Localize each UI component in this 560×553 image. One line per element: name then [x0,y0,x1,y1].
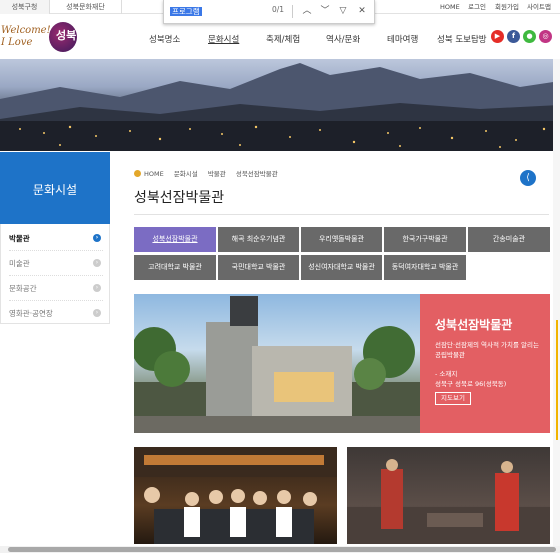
children-activity-image [134,447,337,544]
museum-tab-sungshin-univ[interactable]: 성신여자대학교 박물관 [301,255,382,280]
arrow-circle-icon: › [93,234,101,242]
address-label: - 소재지 [435,370,458,378]
horizontal-scrollbar[interactable] [0,546,560,553]
home-icon [134,170,141,177]
logo-line1: Welcome! [1,25,51,36]
museum-info-panel: 성북선잠박물관 선잠단·선잠제의 역사적 가치를 알리는 공립박물관 - 소재지… [420,294,550,433]
nav-item-attractions[interactable]: 성북명소 [149,33,180,45]
find-input[interactable]: 프로그램 [170,6,202,18]
find-query: 프로그램 [170,7,202,16]
close-icon[interactable]: ✕ [355,4,369,18]
instagram-icon[interactable]: ◎ [539,30,552,43]
museum-tab-furniture[interactable]: 한국가구박물관 [384,227,466,252]
site-logo[interactable]: Welcome! I Love 성북 [0,22,80,58]
museum-building-photo [134,294,421,433]
sidebar-header: 문화시설 [0,152,110,224]
horizontal-scroll-thumb[interactable] [8,547,556,552]
address-value: 성북구 성북로 96(성북동) [435,380,507,388]
sidebar-item-culture-space[interactable]: 문화공간 › [9,276,103,301]
util-signup-link[interactable]: 회원가입 [495,0,519,14]
logo-mark: 성북 [49,22,77,52]
sidebar-item-label: 영화관·공연장 [9,309,53,318]
sidebar-menu: 박물관 › 미술관 › 문화공간 › 영화관·공연장 › [0,224,110,324]
page-title: 성북선잠박물관 [134,190,225,206]
breadcrumb-home[interactable]: HOME [134,170,164,178]
nav-item-festivals[interactable]: 축제/체험 [266,33,300,45]
exhibit-hall-photo [347,447,550,544]
museum-tab-dongduk-univ[interactable]: 동덕여자대학교 박물관 [384,255,466,280]
tab-cultural-foundation[interactable]: 성북문화재단 [50,0,122,14]
title-divider [134,214,549,215]
breadcrumb-current: 성북선잠박물관 [235,170,278,178]
museum-tab-korea-univ[interactable]: 고려대학교 박물관 [134,255,216,280]
museum-tab-seonjam[interactable]: 성북선잠박물관 [134,227,216,252]
museum-tab-stone[interactable]: 우리옛돌박물관 [301,227,382,252]
sidebar-item-label: 박물관 [9,234,30,243]
scroll-marker [556,320,558,440]
nav-item-cultural-facilities[interactable]: 문화시설 [208,33,239,45]
hero-banner [0,59,560,151]
museum-tab-kansong[interactable]: 간송미술관 [468,227,550,252]
vertical-scrollbar[interactable] [553,59,560,546]
museum-tab-kookmin-univ[interactable]: 국민대학교 박물관 [218,255,299,280]
util-sitemap-link[interactable]: 사이트맵 [527,0,551,14]
arrow-circle-icon: › [93,309,101,317]
children-program-photo [134,447,337,544]
nav-item-history[interactable]: 역사/문화 [326,33,360,45]
breadcrumb-item[interactable]: 문화시설 [174,168,198,178]
tab-seongbuk-gu[interactable]: 성북구청 [0,0,50,14]
find-divider [292,5,293,18]
share-icon[interactable]: ⟨ [520,170,536,186]
util-login-link[interactable]: 로그인 [468,0,486,14]
sidebar-item-cinema-theater[interactable]: 영화관·공연장 › [9,301,103,326]
banner-landscape-image [0,63,560,151]
sidebar-item-label: 문화공간 [9,284,37,293]
youtube-icon[interactable]: ▶ [491,30,504,43]
line-icon[interactable]: ● [523,30,536,43]
facebook-icon[interactable]: f [507,30,520,43]
util-home-link[interactable]: HOME [440,0,460,14]
sidebar-item-label: 미술관 [9,259,30,268]
logo-line2: I Love [1,37,33,48]
museum-building-image [134,296,421,433]
costume-exhibit-image [347,459,550,544]
logo-text: Welcome! I Love [1,25,51,49]
view-map-button[interactable]: 지도보기 [435,392,471,405]
museum-description: 선잠단·선잠제의 역사적 가치를 알리는 공립박물관 [435,341,539,359]
arrow-circle-icon: › [93,259,101,267]
find-bar: 프로그램 0/1 ︿ ﹀ ▽ ✕ [163,0,375,24]
filter-icon[interactable]: ▽ [336,4,350,18]
nav-item-walking-tour[interactable]: 성북 도보탐방 [437,33,487,45]
chevron-up-icon[interactable]: ︿ [300,4,314,18]
breadcrumb-item[interactable]: 박물관 [208,168,226,178]
nav-item-theme-travel[interactable]: 테마여행 [387,33,418,45]
logo-mark-text: 성북 [56,29,77,42]
sidebar-title: 문화시설 [32,183,78,197]
breadcrumb: HOME 문화시설 박물관 성북선잠박물관 [134,168,286,178]
chevron-down-icon[interactable]: ﹀ [318,4,332,18]
sidebar-item-museum[interactable]: 박물관 › [9,226,103,251]
museum-tab-choisunu[interactable]: 해곡 최순우기념관 [218,227,299,252]
sidebar-item-art-gallery[interactable]: 미술관 › [9,251,103,276]
museum-name: 성북선잠박물관 [435,318,513,332]
arrow-circle-icon: › [93,284,101,292]
find-match-count: 0/1 [272,5,285,14]
